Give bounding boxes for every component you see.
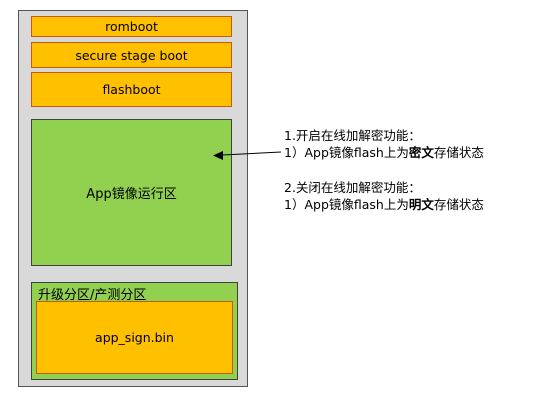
note-2-emphasis: 明文: [408, 197, 434, 212]
note-encryption-off: 2.关闭在线加解密功能： 1）App镜像flash上为明文存储状态: [284, 179, 484, 213]
note-2-detail: 1）App镜像flash上为明文存储状态: [284, 196, 484, 213]
note-1-emphasis: 密文: [408, 145, 434, 160]
note-1-title: 1.开启在线加解密功能：: [284, 128, 421, 143]
note-1-detail: 1）App镜像flash上为密文存储状态: [284, 144, 484, 161]
note-2-detail-suffix: 存储状态: [433, 197, 484, 212]
note-encryption-on: 1.开启在线加解密功能： 1）App镜像flash上为密文存储状态: [284, 127, 484, 161]
note-1-detail-prefix: 1）App镜像flash上为: [284, 145, 409, 160]
note-2-title: 2.关闭在线加解密功能：: [284, 180, 421, 195]
arrow-head: [213, 151, 223, 160]
note-1-detail-suffix: 存储状态: [433, 145, 484, 160]
note-2-detail-prefix: 1）App镜像flash上为: [284, 197, 409, 212]
arrow-line: [221, 151, 282, 156]
